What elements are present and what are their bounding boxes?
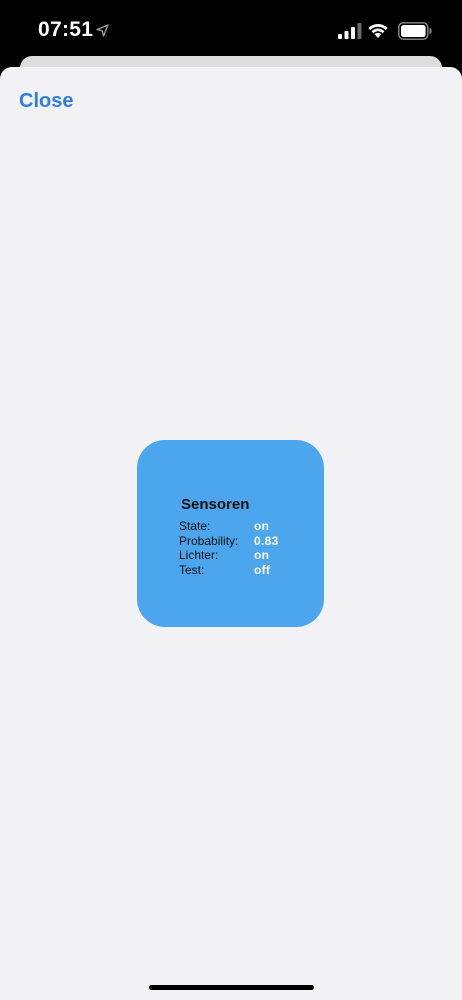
widget-row-probability: Probability: 0.83 <box>179 534 319 549</box>
row-value: on <box>254 548 270 563</box>
row-value: off <box>254 562 271 577</box>
battery-icon <box>398 22 432 40</box>
row-value: 0.83 <box>254 533 279 548</box>
row-label: Test: <box>179 562 205 577</box>
location-arrow-icon <box>96 24 109 37</box>
widget-row-state: State: on <box>179 519 319 534</box>
row-value: on <box>254 519 270 534</box>
wifi-icon <box>368 23 388 38</box>
screen: 07:51 Close Sensoren State: on Probabili… <box>0 0 462 1000</box>
status-bar: 07:51 <box>0 0 462 62</box>
widget-row-test: Test: off <box>179 563 319 578</box>
row-label: State: <box>179 519 211 534</box>
cellular-signal-icon <box>338 23 362 39</box>
modal-sheet: Close Sensoren State: on Probability: 0.… <box>0 67 462 1000</box>
widget-rows: State: on Probability: 0.83 Lichter: on … <box>179 519 319 577</box>
home-indicator[interactable] <box>149 985 314 990</box>
status-time: 07:51 <box>38 18 94 41</box>
close-button[interactable]: Close <box>19 90 73 113</box>
sensor-widget[interactable]: Sensoren State: on Probability: 0.83 Lic… <box>137 440 324 627</box>
row-label: Lichter: <box>179 548 219 563</box>
widget-row-lichter: Lichter: on <box>179 548 319 563</box>
row-label: Probability: <box>179 533 239 548</box>
widget-title: Sensoren <box>181 496 250 513</box>
